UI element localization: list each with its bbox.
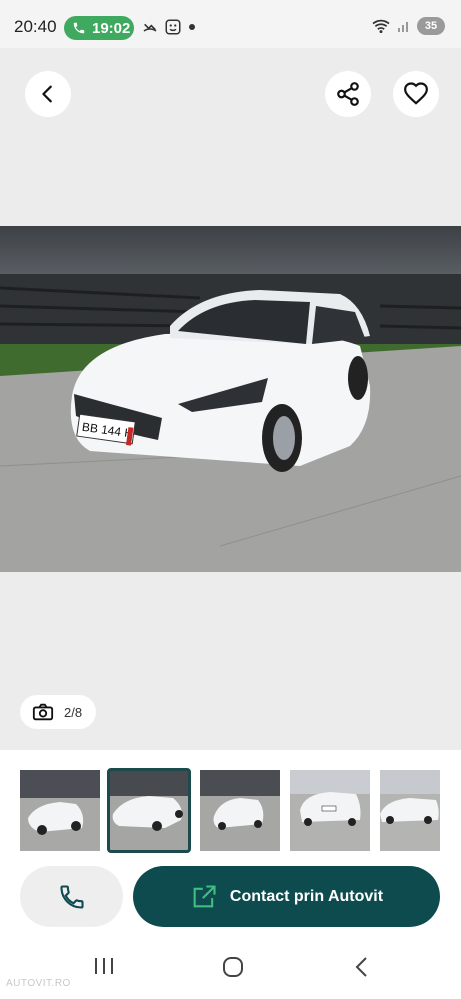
phone-icon xyxy=(73,22,85,34)
missed-call-icon xyxy=(143,23,157,32)
camera-icon xyxy=(32,703,54,721)
system-navigation-bar xyxy=(0,935,461,999)
thumbnail-3[interactable] xyxy=(200,770,280,851)
dot-icon xyxy=(189,24,195,30)
share-icon xyxy=(337,82,359,106)
thumbnail-4[interactable] xyxy=(290,770,370,851)
heart-icon xyxy=(404,82,428,105)
recent-apps-icon xyxy=(95,958,113,974)
signal-icon xyxy=(398,22,408,32)
contact-button-label: Contact prin Autovit xyxy=(229,887,384,905)
status-bar: 20:40 19:02 35 xyxy=(0,0,461,48)
thumbnail-1[interactable] xyxy=(20,770,100,851)
system-back-button[interactable] xyxy=(352,955,372,984)
car-photo[interactable]: BB 144 H xyxy=(0,226,461,572)
recent-apps-button[interactable] xyxy=(92,955,116,982)
call-button[interactable] xyxy=(20,866,123,927)
thumbnail-image xyxy=(109,770,189,851)
external-link-icon xyxy=(193,884,216,907)
home-button[interactable] xyxy=(221,955,245,984)
wifi-icon xyxy=(372,19,390,34)
thumbnail-image xyxy=(380,770,440,851)
thumbnail-image xyxy=(200,770,280,851)
notification-icons xyxy=(142,18,196,36)
back-arrow-icon xyxy=(42,85,52,103)
watermark: AUTOVIT.RO xyxy=(6,978,71,989)
thumbnail-image xyxy=(290,770,370,851)
thumbnail-5[interactable] xyxy=(380,770,440,851)
thumbnail-2[interactable] xyxy=(107,768,191,853)
contact-button[interactable]: Contact prin Autovit xyxy=(133,866,440,927)
thumbnail-image xyxy=(20,770,100,851)
back-chevron-icon xyxy=(355,957,367,977)
status-system-icons: 35 xyxy=(371,17,445,35)
car-image: BB 144 H xyxy=(0,226,461,572)
back-button[interactable] xyxy=(25,71,71,117)
photo-counter-text: 2/8 xyxy=(64,704,83,720)
phone-icon xyxy=(59,884,84,909)
ongoing-call-pill[interactable]: 19:02 xyxy=(64,16,134,40)
share-button[interactable] xyxy=(325,71,371,117)
call-duration: 19:02 xyxy=(92,19,131,37)
app-notification-icon xyxy=(165,19,181,35)
home-icon xyxy=(223,957,243,977)
battery-indicator: 35 xyxy=(417,17,445,35)
status-time: 20:40 xyxy=(14,17,57,36)
photo-counter[interactable]: 2/8 xyxy=(20,695,96,729)
favorite-button[interactable] xyxy=(393,71,439,117)
